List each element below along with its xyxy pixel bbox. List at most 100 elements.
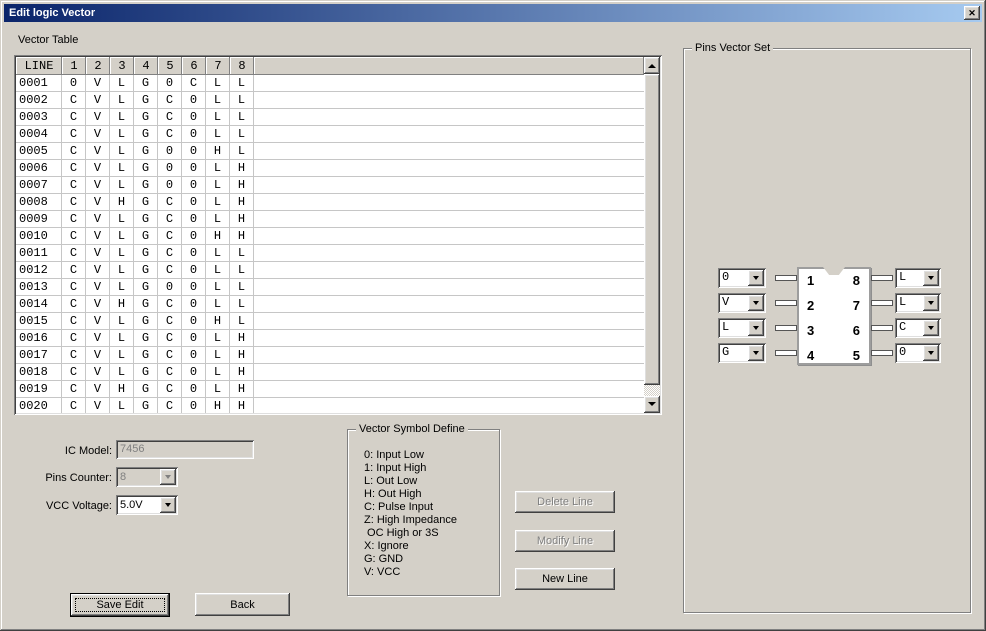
table-row[interactable]: 0016CVLGC0LH [16,330,644,347]
vector-cell: G [134,347,158,364]
row-filler [254,262,644,279]
column-header-2[interactable]: 2 [86,57,110,75]
vector-cell: L [230,75,254,92]
pin-6-dropdown-button[interactable] [923,320,939,336]
table-row[interactable]: 00010VLG0CLL [16,75,644,92]
vector-cell: 0 [182,296,206,313]
pin-8-select[interactable]: L [895,268,941,288]
vector-cell: L [206,160,230,177]
pin-7-dropdown-button[interactable] [923,295,939,311]
vector-cell: C [158,228,182,245]
table-row[interactable]: 0013CVLG00LL [16,279,644,296]
column-header-3[interactable]: 3 [110,57,134,75]
column-header-8[interactable]: 8 [230,57,254,75]
vcc-voltage-select[interactable]: 5.0V [116,495,178,515]
table-row[interactable]: 0006CVLG00LH [16,160,644,177]
pin-2-dropdown-button[interactable] [748,295,764,311]
vector-symbol-define-group: Vector Symbol Define 0: Input Low1: Inpu… [347,429,500,596]
table-row[interactable]: 0010CVLGC0HH [16,228,644,245]
arrow-down-icon [648,402,656,410]
vector-cell: L [110,279,134,296]
save-edit-label: Save Edit [96,599,143,611]
pin-5-dropdown-button[interactable] [923,345,939,361]
table-row[interactable]: 0011CVLGC0LL [16,245,644,262]
vector-cell: H [206,313,230,330]
vector-cell: 0 [182,364,206,381]
scrollbar-thumb[interactable] [644,74,660,385]
save-edit-button[interactable]: Save Edit [70,593,170,617]
column-header-6[interactable]: 6 [182,57,206,75]
new-line-label: New Line [542,573,588,585]
column-header-4[interactable]: 4 [134,57,158,75]
chevron-down-icon [928,326,934,333]
row-filler [254,313,644,330]
column-header-line[interactable]: LINE [16,57,62,75]
column-header-5[interactable]: 5 [158,57,182,75]
table-row[interactable]: 0018CVLGC0LH [16,364,644,381]
vector-table-label: Vector Table [18,34,78,46]
row-filler [254,211,644,228]
pin-8-dropdown-button[interactable] [923,270,939,286]
pin-1-dropdown-button[interactable] [748,270,764,286]
table-row[interactable]: 0003CVLGC0LL [16,109,644,126]
table-row[interactable]: 0012CVLGC0LL [16,262,644,279]
scroll-down-button[interactable] [644,396,660,413]
pin-3-select[interactable]: L [718,318,766,338]
vcc-voltage-dropdown-button[interactable] [160,497,176,513]
vector-cell: H [230,347,254,364]
close-button[interactable]: ✕ [964,6,980,20]
vertical-scrollbar[interactable] [644,57,660,413]
table-row[interactable]: 0007CVLG00LH [16,177,644,194]
vector-cell: V [86,296,110,313]
table-row[interactable]: 0008CVHGC0LH [16,194,644,211]
vector-cell: L [206,296,230,313]
vector-cell: L [206,109,230,126]
chevron-down-icon [753,326,759,333]
new-line-button[interactable]: New Line [515,568,615,590]
pin-4-select[interactable]: G [718,343,766,363]
pin-6-select[interactable]: C [895,318,941,338]
pin-number-4: 4 [807,348,814,363]
vector-cell: G [134,245,158,262]
vector-cell: V [86,364,110,381]
table-row[interactable]: 0020CVLGC0HH [16,398,644,413]
scroll-up-button[interactable] [644,57,660,74]
table-row[interactable]: 0004CVLGC0LL [16,126,644,143]
row-filler [254,92,644,109]
column-header-1[interactable]: 1 [62,57,86,75]
scrollbar-track[interactable] [644,385,660,396]
vector-cell: L [110,228,134,245]
pin-7-stub [871,300,893,306]
vector-cell: 0 [182,126,206,143]
vector-cell: L [230,313,254,330]
vector-table: LINE12345678 00010VLG0CLL0002CVLGC0LL000… [14,55,662,415]
chevron-down-icon [753,276,759,283]
pin-3-dropdown-button[interactable] [748,320,764,336]
pin-7-select[interactable]: L [895,293,941,313]
table-row[interactable]: 0005CVLG00HL [16,143,644,160]
vector-cell: V [86,245,110,262]
pin-4-dropdown-button[interactable] [748,345,764,361]
line-number-cell: 0013 [16,279,62,296]
back-button[interactable]: Back [195,593,290,616]
table-row[interactable]: 0015CVLGC0HL [16,313,644,330]
vector-cell: G [134,228,158,245]
row-filler [254,177,644,194]
chevron-down-icon [165,503,171,510]
table-row[interactable]: 0002CVLGC0LL [16,92,644,109]
vector-cell: V [86,398,110,413]
vector-cell: V [86,109,110,126]
vector-cell: 0 [182,381,206,398]
pin-5-select[interactable]: 0 [895,343,941,363]
table-row[interactable]: 0019CVHGC0LH [16,381,644,398]
vector-cell: G [134,211,158,228]
table-row[interactable]: 0014CVHGC0LL [16,296,644,313]
line-number-cell: 0006 [16,160,62,177]
vector-cell: G [134,126,158,143]
pin-2-select[interactable]: V [718,293,766,313]
column-header-7[interactable]: 7 [206,57,230,75]
pin-5-value: 0 [899,345,906,359]
table-row[interactable]: 0017CVLGC0LH [16,347,644,364]
table-row[interactable]: 0009CVLGC0LH [16,211,644,228]
pin-1-select[interactable]: 0 [718,268,766,288]
